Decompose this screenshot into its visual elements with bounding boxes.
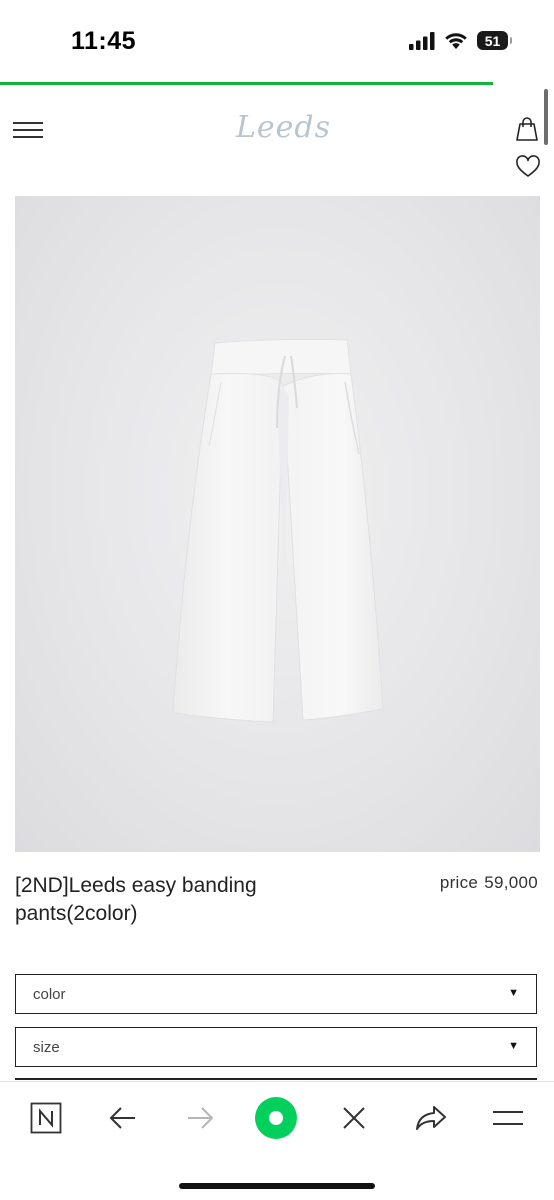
wishlist-button[interactable] xyxy=(515,155,543,181)
color-select[interactable]: color ▼ xyxy=(15,974,537,1014)
back-button[interactable] xyxy=(101,1096,145,1140)
green-home-icon xyxy=(255,1097,297,1139)
site-header: Leeds xyxy=(0,100,554,190)
naver-home-button[interactable] xyxy=(24,1096,68,1140)
chevron-down-icon: ▼ xyxy=(508,987,519,999)
product-price: price 59,000 xyxy=(440,873,538,893)
wifi-icon xyxy=(445,32,467,49)
home-indicator[interactable] xyxy=(179,1183,375,1189)
page-load-progress xyxy=(0,82,554,86)
site-logo[interactable]: Leeds xyxy=(236,110,331,145)
status-time: 11:45 xyxy=(71,27,137,55)
share-button[interactable] xyxy=(409,1096,453,1140)
forward-arrow-icon xyxy=(188,1107,214,1129)
chevron-down-icon: ▼ xyxy=(508,1040,519,1052)
page-load-progress-fill xyxy=(0,82,494,85)
menu-icon-bar xyxy=(13,122,43,124)
forward-button[interactable] xyxy=(178,1096,222,1140)
signal-icon xyxy=(409,31,435,50)
product-title: [2ND]Leeds easy banding pants(2color) xyxy=(15,874,257,925)
next-field-border xyxy=(15,1078,537,1080)
hamburger-menu-icon xyxy=(493,1111,523,1125)
battery-icon: 51 xyxy=(477,31,512,50)
cart-button[interactable] xyxy=(514,116,542,144)
color-select-label: color xyxy=(33,986,66,1003)
close-icon xyxy=(343,1107,365,1129)
back-arrow-icon xyxy=(109,1107,135,1129)
shopping-bag-icon xyxy=(516,117,538,141)
naver-n-icon xyxy=(30,1102,62,1134)
product-image[interactable] xyxy=(15,196,540,852)
price-value: 59,000 xyxy=(484,873,538,892)
green-home-button[interactable] xyxy=(254,1096,298,1140)
battery-level: 51 xyxy=(484,32,501,49)
battery-nub xyxy=(510,37,512,44)
menu-button[interactable] xyxy=(13,120,45,140)
heart-icon xyxy=(516,155,540,177)
close-button[interactable] xyxy=(332,1096,376,1140)
menu-icon-bar xyxy=(13,136,43,138)
status-bar: 11:45 51 xyxy=(0,0,554,84)
browser-menu-button[interactable] xyxy=(486,1096,530,1140)
share-icon xyxy=(416,1106,446,1130)
pants-illustration xyxy=(172,338,384,723)
screen: 11:45 51 Leeds [2ND]Leeds easy banding p… xyxy=(0,0,554,1200)
size-select-label: size xyxy=(33,1039,60,1056)
menu-icon-bar xyxy=(13,129,43,131)
price-label: price xyxy=(439,873,479,892)
browser-toolbar xyxy=(0,1081,554,1200)
status-icons: 51 xyxy=(409,31,512,50)
size-select[interactable]: size ▼ xyxy=(15,1027,537,1067)
